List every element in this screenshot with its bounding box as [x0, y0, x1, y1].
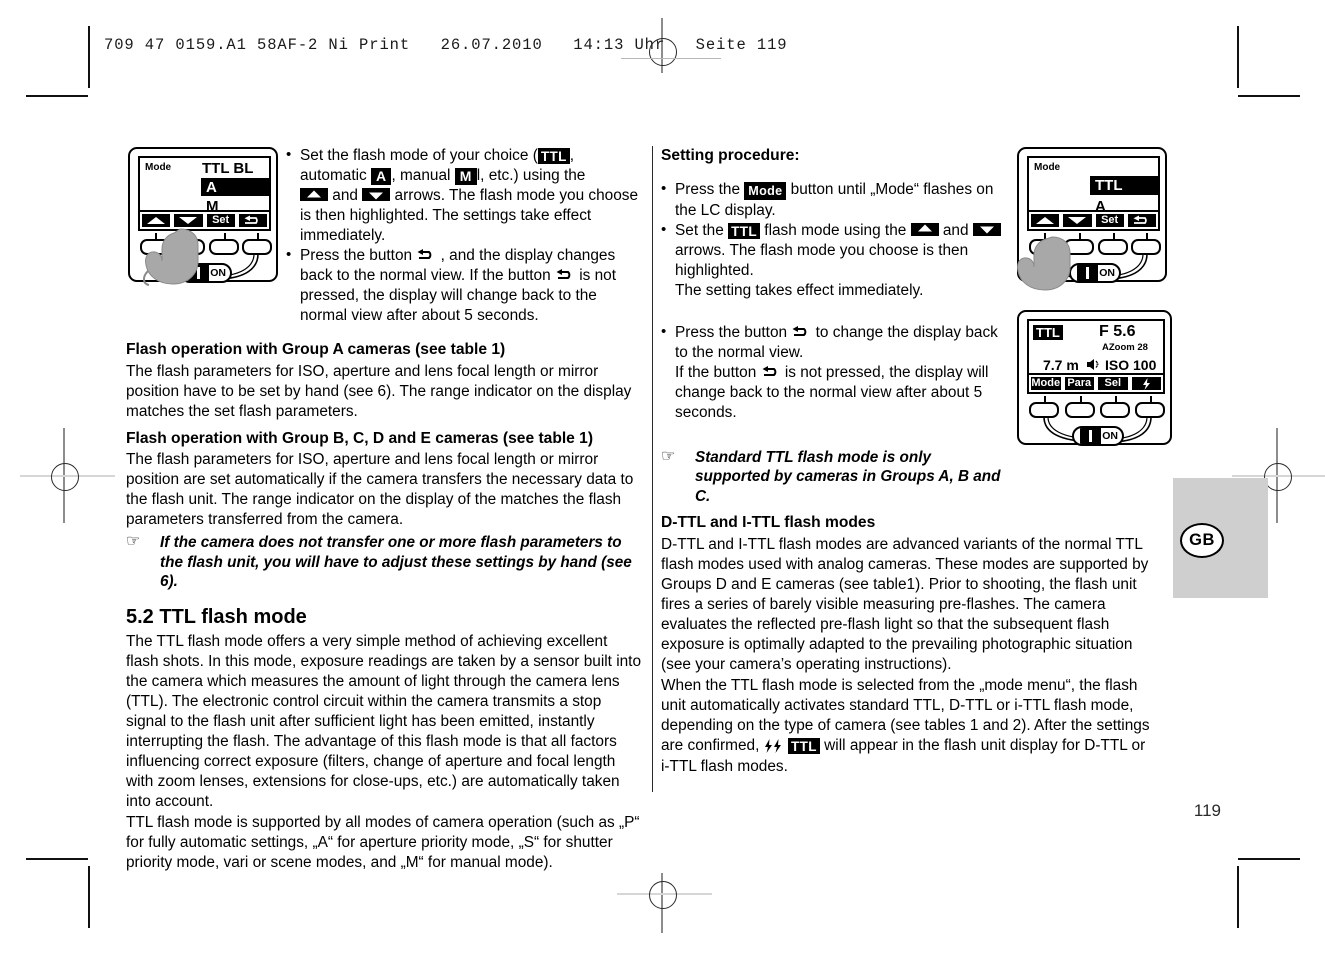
r-bullet2-text-3: and — [938, 221, 973, 239]
paragraph-group-bcde: The flash parameters for ISO, aperture a… — [126, 451, 634, 529]
inline-up-arrow-icon — [300, 188, 328, 202]
column-divider — [652, 146, 654, 792]
language-badge-label: GB — [1189, 531, 1215, 549]
note-standard-ttl-text: Standard TTL flash mode is only supporte… — [695, 448, 1001, 505]
crop-mark-top-left-horizontal — [26, 95, 88, 97]
r-bullet3-text-1: Press the button — [675, 323, 792, 341]
r-bullet2-text-1: Set the — [675, 221, 729, 239]
inline-down-arrow-icon-2 — [972, 222, 1001, 236]
crop-mark-top-left-vertical — [88, 26, 90, 88]
heading-dttl-ittl: D-TTL and I-TTL flash modes — [661, 514, 876, 532]
language-badge-gb: GB — [1180, 523, 1224, 558]
bullet1-text-5: and — [328, 187, 363, 205]
note-camera-transfer: ☞ If the camera does not transfer one or… — [126, 533, 644, 592]
inline-return-arrow-icon-3 — [791, 325, 811, 339]
heading-group-bcde: Flash operation with Group B, C, D and E… — [126, 429, 594, 447]
crop-mark-top-right-horizontal — [1238, 95, 1300, 97]
pointing-hand-icon-2: ☞ — [661, 447, 676, 465]
heading-setting-procedure: Setting procedure: — [661, 147, 800, 164]
inline-ttl-badge-2: TTL — [728, 222, 761, 239]
inline-return-arrow-icon-2 — [555, 269, 575, 282]
right-text-column: Setting procedure: Press the Mode button… — [661, 146, 1158, 778]
paragraph-dttl-2: When the TTL flash mode is selected from… — [661, 676, 1158, 777]
paragraph-dttl-1: D-TTL and I-TTL flash modes are advanced… — [661, 535, 1149, 673]
paragraph-ttl-1: The TTL flash mode offers a very simple … — [126, 632, 642, 811]
inline-mode-badge: Mode — [744, 182, 787, 200]
inline-return-arrow-icon-4 — [761, 365, 781, 379]
inline-ttl-badge: TTL — [537, 148, 570, 165]
pointing-hand-icon-1: ☞ — [126, 533, 141, 551]
r-bullet2-text-4: arrows. The flash mode you choose is the… — [675, 241, 969, 279]
r-bullet2-text-5: The setting takes effect immediately. — [675, 281, 924, 299]
inline-m-badge: M — [454, 168, 477, 185]
page-number: 119 — [1193, 801, 1221, 820]
registration-mark-left — [51, 463, 79, 491]
heading-group-a: Flash operation with Group A cameras (se… — [126, 341, 506, 359]
crop-mark-bottom-right-horizontal — [1238, 858, 1300, 860]
registration-mark-right — [1264, 463, 1292, 491]
registration-mark-bottom — [649, 881, 677, 909]
crop-mark-bottom-left-vertical — [88, 866, 90, 928]
crop-mark-bottom-right-vertical — [1237, 866, 1239, 928]
inline-a-badge: A — [371, 168, 392, 185]
note-camera-transfer-text: If the camera does not transfer one or m… — [160, 534, 632, 591]
inline-return-arrow-icon-1 — [416, 249, 436, 262]
inline-ttl-badge-3: TTL — [787, 738, 820, 755]
right-bullet-press-return: Press the button to change the display b… — [661, 322, 1006, 423]
r-bullet2-text-2: flash mode using the — [760, 221, 911, 239]
bullet1-text-1: Set the flash mode of your choice ( — [300, 147, 538, 164]
crop-mark-bottom-left-horizontal — [26, 858, 88, 860]
print-imprint-line: 709 47 0159.A1 58AF-2 Ni Print 26.07.201… — [104, 36, 788, 54]
bullet1-text-3: , manual — [391, 167, 455, 185]
right-bullet-press-mode: Press the Mode button until „Mode“ flash… — [661, 179, 1006, 220]
r-bullet3-text-3: If the button — [675, 363, 761, 381]
right-bullet-set-ttl: Set the TTL flash mode using the and arr… — [661, 220, 1006, 301]
imprint-underline — [621, 58, 721, 60]
left-text-column: Set the flash mode of your choice (TTL , … — [126, 145, 644, 874]
paragraph-ttl-2: TTL flash mode is supported by all modes… — [126, 814, 640, 872]
bullet2-text-1: Press the button — [300, 247, 417, 265]
left-bullet-press-return: Press the button , and the display chang… — [286, 245, 644, 326]
inline-up-arrow-icon-2 — [910, 222, 939, 236]
paragraph-group-a: The flash parameters for ISO, aperture a… — [126, 362, 632, 420]
r-bullet1-text-1: Press the — [675, 181, 745, 199]
left-bullet-set-flash-mode: Set the flash mode of your choice (TTL , … — [286, 145, 644, 246]
section-heading-5-2: 5.2 TTL flash mode — [126, 605, 307, 628]
bullet1-text-4: l, etc.) using the — [476, 167, 586, 185]
inline-down-arrow-icon — [362, 188, 391, 202]
inline-double-bolt-icon — [764, 737, 784, 757]
note-standard-ttl: ☞ Standard TTL flash mode is only suppor… — [661, 448, 1006, 507]
crop-mark-top-right-vertical — [1237, 26, 1239, 88]
